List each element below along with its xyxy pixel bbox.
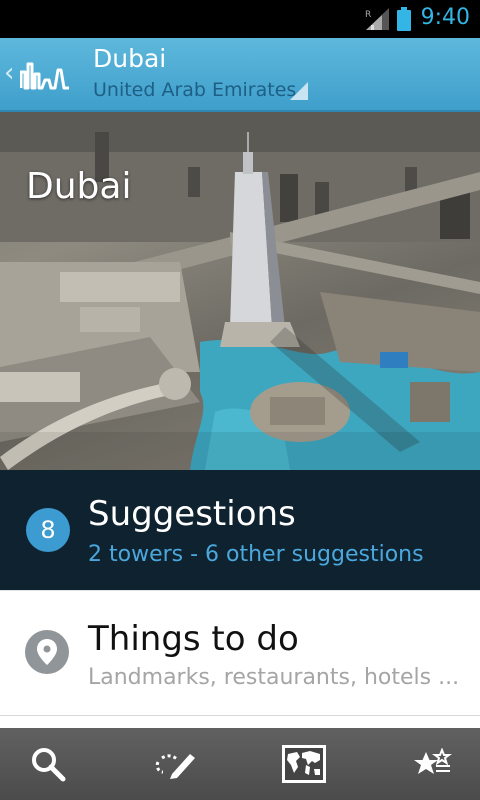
battery-icon [397, 7, 411, 31]
world-map-icon [282, 745, 326, 783]
clock: 9:40 [420, 5, 470, 30]
location-pin-icon [25, 630, 69, 674]
things-to-do-item[interactable]: Things to do Landmarks, restaurants, hot… [0, 590, 480, 716]
spinner-arrow-icon [290, 82, 308, 100]
favorites-button[interactable] [384, 728, 480, 800]
bottom-action-bar [0, 728, 480, 800]
hero-title: Dubai [26, 166, 132, 207]
search-button[interactable] [0, 728, 96, 800]
back-chevron-icon: ‹ [4, 58, 15, 88]
suggestions-count-badge: 8 [26, 508, 70, 552]
hero-image: Dubai [0, 112, 480, 470]
suggestions-subtitle: 2 towers - 6 other suggestions [88, 542, 424, 567]
skyline-logo-icon [20, 62, 69, 90]
things-to-do-title: Things to do [88, 619, 299, 659]
map-button[interactable] [256, 728, 352, 800]
action-bar-title: Dubai [93, 44, 167, 73]
signal-icon: R [365, 8, 389, 30]
notes-button[interactable] [128, 728, 224, 800]
suggestions-title: Suggestions [88, 494, 296, 534]
action-bar: ‹ Dubai United Arab Emirates [0, 38, 480, 112]
things-to-do-subtitle: Landmarks, restaurants, hotels ... [88, 665, 460, 690]
favorites-stars-icon [414, 748, 452, 774]
status-bar: R 9:40 [0, 0, 480, 38]
action-bar-subtitle: United Arab Emirates [93, 79, 297, 101]
up-home-button[interactable]: ‹ [0, 38, 80, 110]
search-icon [32, 748, 66, 782]
svg-text:R: R [365, 10, 371, 20]
edit-note-icon [155, 754, 195, 779]
suggestions-item[interactable]: 8 Suggestions 2 towers - 6 other suggest… [0, 470, 480, 590]
